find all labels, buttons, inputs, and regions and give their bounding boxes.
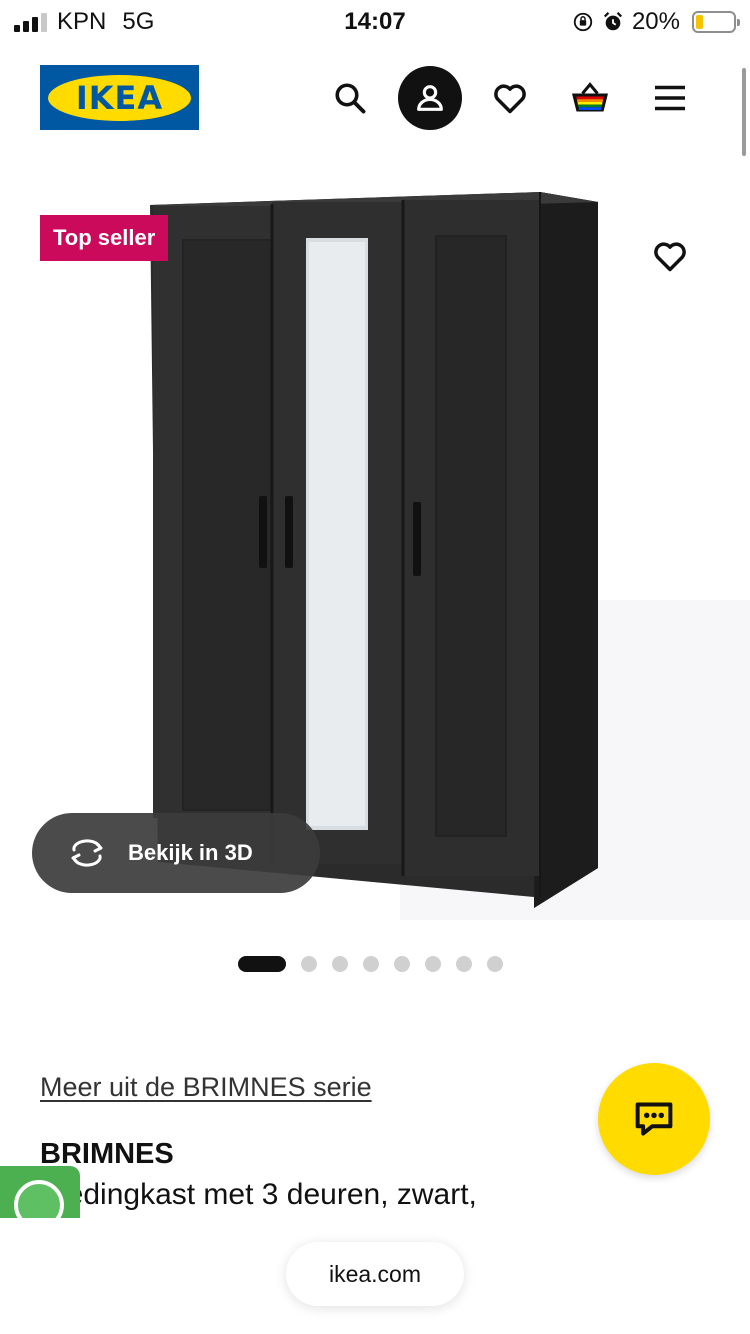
- page-scrollbar[interactable]: [742, 68, 746, 156]
- heart-icon: [494, 84, 526, 114]
- battery-icon: [692, 11, 740, 33]
- carousel-dot[interactable]: [487, 956, 503, 972]
- chat-button[interactable]: [598, 1063, 710, 1175]
- favourites-button[interactable]: [478, 66, 542, 130]
- carousel-dot[interactable]: [363, 956, 379, 972]
- battery-percent: 20%: [631, 8, 680, 35]
- product-description: Kledingkast met 3 deuren, zwart,: [40, 1178, 477, 1211]
- profile-icon: [417, 85, 443, 111]
- basket-button[interactable]: [558, 66, 622, 130]
- carousel-dot[interactable]: [425, 956, 441, 972]
- profile-button[interactable]: [398, 66, 462, 130]
- carousel-dot-active[interactable]: [238, 956, 286, 972]
- carousel-pagination: [238, 956, 503, 972]
- status-right: 20%: [572, 8, 740, 36]
- menu-button[interactable]: [638, 66, 702, 130]
- heart-icon: [654, 242, 686, 272]
- menu-icon: [655, 85, 685, 111]
- product-image[interactable]: [0, 180, 750, 920]
- accessibility-icon: [14, 1180, 64, 1218]
- status-bar: KPN 5G 14:07 20%: [0, 0, 750, 44]
- view-in-3d-button[interactable]: Bekijk in 3D: [32, 813, 320, 893]
- logo-text: IKEA: [75, 78, 164, 117]
- search-icon: [335, 83, 366, 114]
- site-header: IKEA: [0, 60, 750, 136]
- ikea-logo[interactable]: IKEA: [40, 65, 199, 130]
- rotate-3d-icon: [71, 839, 103, 867]
- carousel-dot[interactable]: [394, 956, 410, 972]
- accessibility-tab[interactable]: [0, 1166, 80, 1218]
- carousel-dot[interactable]: [301, 956, 317, 972]
- battery-fill: [696, 15, 704, 29]
- view-in-3d-label: Bekijk in 3D: [128, 840, 253, 865]
- image-favourite-button[interactable]: [638, 224, 702, 288]
- logo-oval: IKEA: [48, 74, 191, 121]
- search-button[interactable]: [318, 66, 382, 130]
- top-seller-badge: Top seller: [40, 215, 169, 261]
- carousel-dot[interactable]: [332, 956, 348, 972]
- alarm-icon: [603, 12, 623, 31]
- browser-url-bar[interactable]: ikea.com: [286, 1242, 464, 1306]
- chat-icon: [635, 1102, 673, 1136]
- carousel-dot[interactable]: [456, 956, 472, 972]
- series-link[interactable]: Meer uit de BRIMNES serie: [40, 1072, 372, 1103]
- basket-icon: [572, 82, 608, 112]
- orientation-lock-icon: [573, 12, 593, 32]
